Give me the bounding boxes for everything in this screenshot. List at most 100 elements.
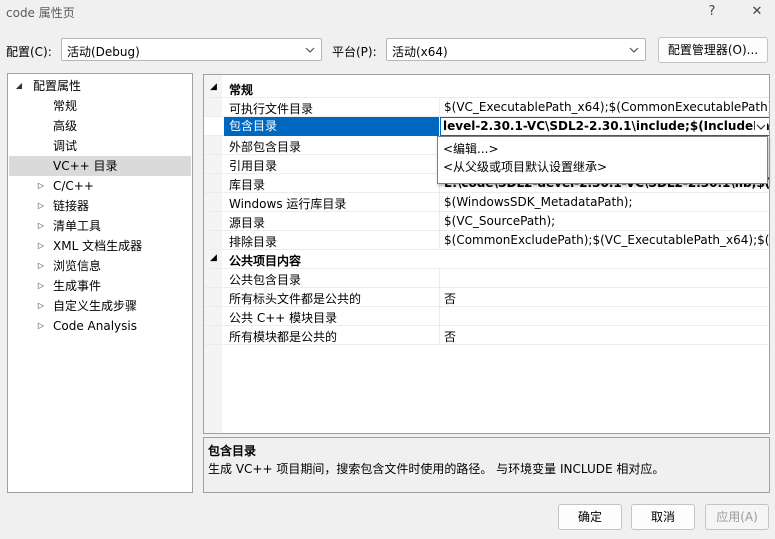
column-divider	[439, 98, 440, 117]
tree-item-label: C/C++	[53, 179, 94, 193]
property-name: 可执行文件目录	[229, 102, 314, 116]
property-name: 库目录	[229, 178, 266, 192]
tree-item-xml-doc-generator[interactable]: ▷ XML 文档生成器	[9, 236, 191, 256]
property-name: 公共 C++ 模块目录	[229, 311, 338, 325]
expanded-arrow-icon[interactable]: ◢	[13, 76, 25, 96]
platform-select[interactable]: 活动(x64)	[386, 38, 646, 61]
collapsed-arrow-icon[interactable]: ▷	[35, 296, 47, 316]
tree-item-label: 高级	[53, 119, 78, 133]
config-manager-button[interactable]: 配置管理器(O)...	[658, 37, 768, 63]
property-row[interactable]: 公共 C++ 模块目录	[204, 307, 769, 326]
tree-item-label: 生成事件	[53, 279, 102, 293]
tree-item-debugging[interactable]: 调试	[9, 136, 191, 156]
property-value: $(CommonExcludePath);$(VC_ExecutablePath…	[444, 233, 770, 247]
property-value: 否	[444, 292, 457, 306]
property-name: 外部包含目录	[229, 140, 302, 154]
property-row[interactable]: Windows 运行库目录 $(WindowsSDK_MetadataPath)…	[204, 193, 769, 212]
tree-item-label: 自定义生成步骤	[53, 299, 138, 313]
collapse-arrow-icon[interactable]: ◢	[210, 82, 217, 92]
apply-button[interactable]: 应用(A)	[705, 504, 769, 530]
tree-item-build-events[interactable]: ▷ 生成事件	[9, 276, 191, 296]
tree-item-browse-info[interactable]: ▷ 浏览信息	[9, 256, 191, 276]
cancel-button[interactable]: 取消	[631, 504, 695, 530]
chevron-down-icon[interactable]	[755, 121, 767, 133]
property-name: 所有模块都是公共的	[229, 330, 338, 344]
config-select[interactable]: 活动(Debug)	[61, 38, 322, 61]
property-row[interactable]: 可执行文件目录 $(VC_ExecutablePath_x64);$(Commo…	[204, 98, 770, 117]
column-divider	[439, 231, 440, 250]
tree-item-code-analysis[interactable]: ▷ Code Analysis	[9, 316, 191, 336]
collapse-arrow-icon[interactable]: ◢	[210, 253, 217, 263]
property-name: 排除目录	[229, 235, 278, 249]
chevron-down-icon	[629, 47, 639, 53]
property-row[interactable]: 所有标头文件都是公共的 否	[204, 288, 769, 307]
section-header-public[interactable]: ◢ 公共项目内容	[204, 250, 769, 269]
include-dirs-dropdown: <编辑...> <从父级或项目默认设置继承>	[437, 136, 768, 184]
tree-item-advanced[interactable]: 高级	[9, 116, 191, 136]
tree-item-general[interactable]: 常规	[9, 96, 191, 116]
property-row[interactable]: 排除目录 $(CommonExcludePath);$(VC_Executabl…	[204, 231, 770, 250]
property-name: 引用目录	[229, 159, 278, 173]
column-divider	[439, 288, 440, 307]
property-row[interactable]: 源目录 $(VC_SourcePath);	[204, 212, 769, 231]
collapsed-arrow-icon[interactable]: ▷	[35, 216, 47, 236]
property-row-selected[interactable]: 包含目录 level-2.30.1-VC\SDL2-2.30.1\include…	[204, 117, 770, 136]
property-tree: ◢ 配置属性 常规 高级 调试 VC++ 目录 ▷ C/C++ ▷ 链接器 ▷ …	[7, 73, 193, 493]
tree-item-label: 常规	[53, 99, 78, 113]
property-value: $(WindowsSDK_MetadataPath);	[444, 195, 633, 209]
close-button[interactable]: ✕	[746, 2, 768, 22]
tree-item-label: XML 文档生成器	[53, 239, 143, 253]
collapsed-arrow-icon[interactable]: ▷	[35, 196, 47, 216]
dropdown-item-edit[interactable]: <编辑...>	[443, 140, 499, 158]
tree-item-label: Code Analysis	[53, 319, 137, 333]
tree-item-custom-build-step[interactable]: ▷ 自定义生成步骤	[9, 296, 191, 316]
tree-item-label: 链接器	[53, 199, 90, 213]
include-dirs-input[interactable]: level-2.30.1-VC\SDL2-2.30.1\include;$(In…	[440, 117, 770, 136]
property-name-selected: 包含目录	[224, 117, 439, 136]
tree-item-manifest-tool[interactable]: ▷ 清单工具	[9, 216, 191, 236]
tree-item-label: 调试	[53, 139, 78, 153]
property-grid: ◢ 常规 可执行文件目录 $(VC_ExecutablePath_x64);$(…	[203, 74, 770, 434]
tree-item-label: 清单工具	[53, 219, 102, 233]
collapsed-arrow-icon[interactable]: ▷	[35, 236, 47, 256]
description-title: 包含目录	[208, 444, 257, 458]
column-divider	[439, 269, 440, 288]
section-header-general[interactable]: ◢ 常规	[204, 79, 769, 98]
property-value: $(VC_SourcePath);	[444, 214, 556, 228]
tree-item-vc-directories[interactable]: VC++ 目录	[9, 156, 191, 176]
dropdown-item-inherit[interactable]: <从父级或项目默认设置继承>	[443, 158, 607, 176]
tree-item-label: VC++ 目录	[53, 159, 118, 173]
window-title: code 属性页	[6, 6, 75, 20]
collapsed-arrow-icon[interactable]: ▷	[35, 276, 47, 296]
title-bar: code 属性页 ? ✕	[0, 0, 775, 26]
help-button[interactable]: ?	[701, 2, 723, 22]
property-name: 所有标头文件都是公共的	[229, 292, 362, 306]
ok-button[interactable]: 确定	[558, 504, 622, 530]
property-row[interactable]: 所有模块都是公共的 否	[204, 326, 769, 345]
property-value: 否	[444, 330, 457, 344]
column-divider	[439, 212, 440, 231]
section-title: 公共项目内容	[229, 254, 302, 268]
property-row[interactable]: 公共包含目录	[204, 269, 769, 288]
tree-item-linker[interactable]: ▷ 链接器	[9, 196, 191, 216]
collapsed-arrow-icon[interactable]: ▷	[35, 256, 47, 276]
column-divider	[439, 307, 440, 326]
property-name: 公共包含目录	[229, 273, 302, 287]
description-text: 生成 VC++ 项目期间，搜索包含文件时使用的路径。 与环境变量 INCLUDE…	[208, 462, 665, 476]
config-select-value: 活动(Debug)	[67, 45, 140, 59]
description-panel: 包含目录 生成 VC++ 项目期间，搜索包含文件时使用的路径。 与环境变量 IN…	[203, 437, 770, 493]
property-name: Windows 运行库目录	[229, 197, 347, 211]
tree-item-label: 浏览信息	[53, 259, 102, 273]
tree-item-c-cpp[interactable]: ▷ C/C++	[9, 176, 191, 196]
collapsed-arrow-icon[interactable]: ▷	[35, 176, 47, 196]
property-value: $(VC_ExecutablePath_x64);$(CommonExecuta…	[444, 100, 770, 114]
chevron-down-icon	[305, 47, 315, 53]
platform-select-value: 活动(x64)	[392, 45, 448, 59]
tree-item-config-properties[interactable]: ◢ 配置属性	[9, 76, 191, 96]
platform-label: 平台(P):	[332, 45, 377, 59]
collapsed-arrow-icon[interactable]: ▷	[35, 316, 47, 336]
tree-item-label: 配置属性	[33, 79, 82, 93]
include-dirs-value: level-2.30.1-VC\SDL2-2.30.1\include;$(In…	[443, 119, 770, 133]
section-title: 常规	[229, 83, 254, 97]
config-label: 配置(C):	[6, 45, 52, 59]
